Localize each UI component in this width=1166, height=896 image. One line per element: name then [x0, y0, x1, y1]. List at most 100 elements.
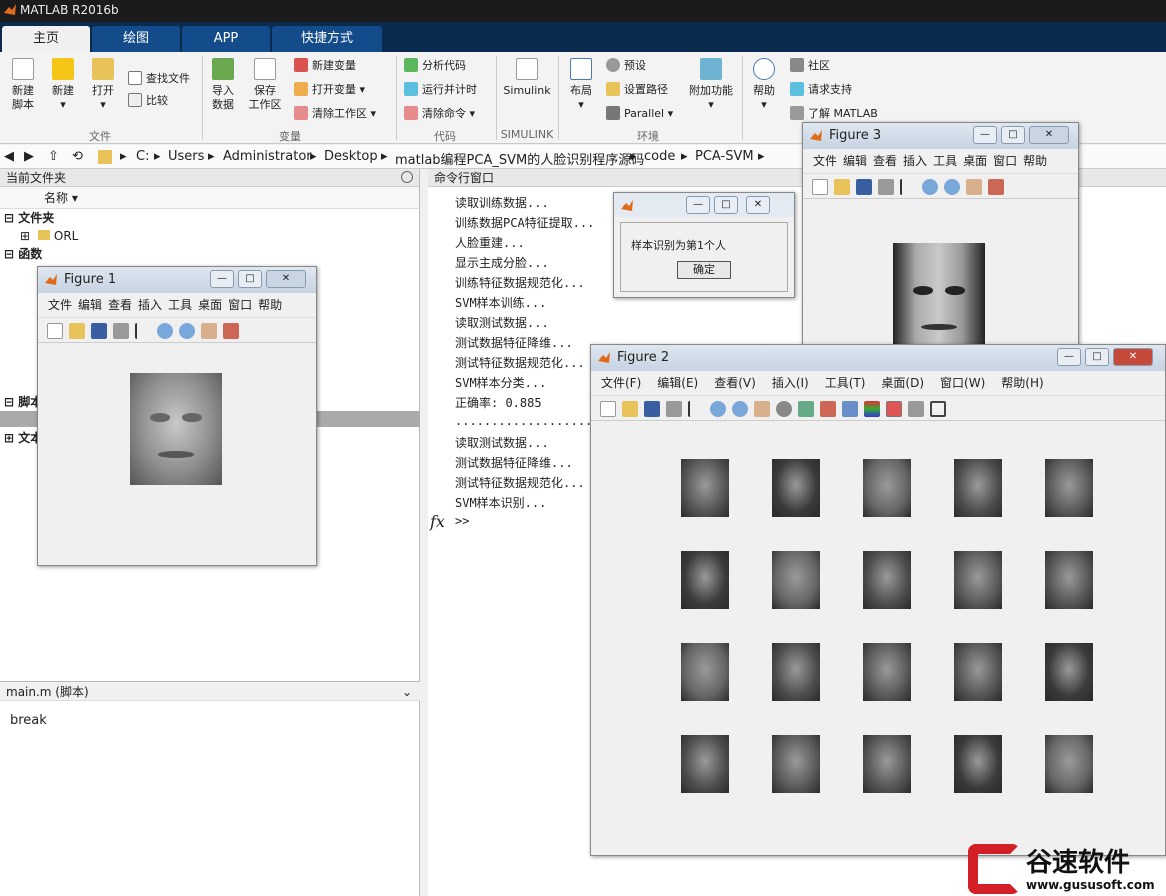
save-icon[interactable] — [644, 401, 660, 417]
minimize-button[interactable]: — — [686, 196, 710, 214]
addons-button[interactable]: 附加功能 ▾ — [686, 58, 736, 112]
zoom-in-icon[interactable] — [922, 179, 938, 195]
breadcrumb-project[interactable]: matlab编程PCA_SVM的人脸识别程序源码 — [395, 149, 644, 168]
rotate-icon[interactable] — [776, 401, 792, 417]
figure1-menu-item[interactable]: 桌面 — [198, 298, 222, 312]
details-header[interactable]: main.m (脚本) ⌄ — [0, 681, 420, 701]
breadcrumb-code[interactable]: code — [644, 149, 675, 164]
compare-button[interactable]: 比较 — [128, 92, 168, 110]
zoom-in-icon[interactable] — [710, 401, 726, 417]
column-header-name[interactable]: 名称 ▾ — [0, 187, 419, 209]
breadcrumb-c[interactable]: C: — [136, 149, 149, 164]
pan-icon[interactable] — [201, 323, 217, 339]
link-plot-icon[interactable] — [842, 401, 858, 417]
figure3-menu-item[interactable]: 查看 — [873, 154, 897, 168]
help-button[interactable]: 帮助 ▾ — [748, 58, 780, 112]
zoom-out-icon[interactable] — [179, 323, 195, 339]
close-button[interactable]: ✕ — [746, 196, 770, 214]
figure2-menu-item[interactable]: 查看(V) — [714, 376, 756, 390]
colorbar-icon[interactable] — [864, 401, 880, 417]
minimize-button[interactable]: — — [973, 126, 997, 144]
print-icon[interactable] — [113, 323, 129, 339]
clear-commands-button[interactable]: 清除命令 ▾ — [404, 105, 475, 123]
open-file-icon[interactable] — [69, 323, 85, 339]
figure2-menu-item[interactable]: 插入(I) — [772, 376, 809, 390]
minimize-button[interactable]: — — [210, 270, 234, 288]
new-variable-button[interactable]: 新建变量 — [294, 57, 356, 75]
browse-icon[interactable]: ⟲ — [72, 149, 83, 164]
figure3-menu-item[interactable]: 编辑 — [843, 154, 867, 168]
figure1-menu-item[interactable]: 窗口 — [228, 298, 252, 312]
figure1-menu-item[interactable]: 插入 — [138, 298, 162, 312]
figure3-menu-item[interactable]: 插入 — [903, 154, 927, 168]
figure3-menu-item[interactable]: 工具 — [933, 154, 957, 168]
close-button[interactable]: ✕ — [1113, 348, 1153, 366]
figure3-menu-item[interactable]: 窗口 — [993, 154, 1017, 168]
figure1-menu-item[interactable]: 工具 — [168, 298, 192, 312]
zoom-out-icon[interactable] — [732, 401, 748, 417]
figure2-menu-item[interactable]: 桌面(D) — [881, 376, 924, 390]
pointer-icon[interactable] — [688, 401, 704, 417]
figure2-menu-item[interactable]: 帮助(H) — [1001, 376, 1043, 390]
legend-icon[interactable] — [886, 401, 902, 417]
save-icon[interactable] — [91, 323, 107, 339]
layout-button[interactable]: 布局 ▾ — [564, 58, 598, 112]
learn-matlab-button[interactable]: 了解 MATLAB — [790, 105, 878, 123]
print-icon[interactable] — [666, 401, 682, 417]
maximize-button[interactable]: □ — [1001, 126, 1025, 144]
figure1-menu-item[interactable]: 编辑 — [78, 298, 102, 312]
up-folder-icon[interactable]: ⇧ — [48, 149, 59, 164]
tab-apps[interactable]: APP — [182, 26, 270, 52]
command-prompt[interactable]: >> — [455, 514, 469, 528]
tab-home[interactable]: 主页 — [2, 26, 90, 52]
figure2-menu-item[interactable]: 工具(T) — [825, 376, 866, 390]
open-variable-button[interactable]: 打开变量 ▾ — [294, 81, 365, 99]
maximize-button[interactable]: □ — [238, 270, 262, 288]
back-arrow-icon[interactable]: ◀ — [4, 149, 14, 164]
figure3-menu-item[interactable]: 文件 — [813, 154, 837, 168]
breadcrumb-administrator[interactable]: Administrator — [223, 149, 312, 164]
section-folders[interactable]: ⊟ 文件夹 — [0, 209, 419, 227]
ok-button[interactable]: 确定 — [677, 261, 731, 279]
preferences-button[interactable]: 预设 — [606, 57, 646, 75]
tab-plots[interactable]: 绘图 — [92, 26, 180, 52]
breadcrumb-pca-svm[interactable]: PCA-SVM — [695, 149, 754, 164]
community-button[interactable]: 社区 — [790, 57, 830, 75]
open-file-icon[interactable] — [834, 179, 850, 195]
folder-orl[interactable]: ⊞ ORL — [0, 227, 419, 245]
brush-icon[interactable] — [820, 401, 836, 417]
new-figure-icon[interactable] — [47, 323, 63, 339]
request-support-button[interactable]: 请求支持 — [790, 81, 852, 99]
forward-arrow-icon[interactable]: ▶ — [24, 149, 34, 164]
pan-icon[interactable] — [966, 179, 982, 195]
section-functions[interactable]: ⊟ 函数 — [0, 245, 419, 263]
import-data-button[interactable]: 导入 数据 — [206, 58, 240, 112]
clear-workspace-button[interactable]: 清除工作区 ▾ — [294, 105, 376, 123]
new-figure-icon[interactable] — [812, 179, 828, 195]
simulink-button[interactable]: Simulink — [502, 58, 552, 98]
pan-icon[interactable] — [754, 401, 770, 417]
brush-icon[interactable] — [988, 179, 1004, 195]
breadcrumb-users[interactable]: Users — [168, 149, 204, 164]
figure1-menu-item[interactable]: 帮助 — [258, 298, 282, 312]
new-figure-icon[interactable] — [600, 401, 616, 417]
figure1-menu-item[interactable]: 文件 — [48, 298, 72, 312]
set-path-button[interactable]: 设置路径 — [606, 81, 668, 99]
figure1-menu-item[interactable]: 查看 — [108, 298, 132, 312]
hide-plot-tools-icon[interactable] — [908, 401, 924, 417]
zoom-out-icon[interactable] — [944, 179, 960, 195]
show-plot-tools-icon[interactable] — [930, 401, 946, 417]
brush-icon[interactable] — [223, 323, 239, 339]
analyze-code-button[interactable]: 分析代码 — [404, 57, 466, 75]
zoom-in-icon[interactable] — [157, 323, 173, 339]
open-file-icon[interactable] — [622, 401, 638, 417]
close-button[interactable]: ✕ — [266, 270, 306, 288]
pointer-icon[interactable] — [900, 179, 916, 195]
tab-shortcuts[interactable]: 快捷方式 — [272, 26, 382, 52]
data-cursor-icon[interactable] — [798, 401, 814, 417]
pointer-icon[interactable] — [135, 323, 151, 339]
new-script-button[interactable]: 新建 脚本 — [6, 58, 40, 112]
maximize-button[interactable]: □ — [714, 196, 738, 214]
minimize-button[interactable]: — — [1057, 348, 1081, 366]
save-icon[interactable] — [856, 179, 872, 195]
